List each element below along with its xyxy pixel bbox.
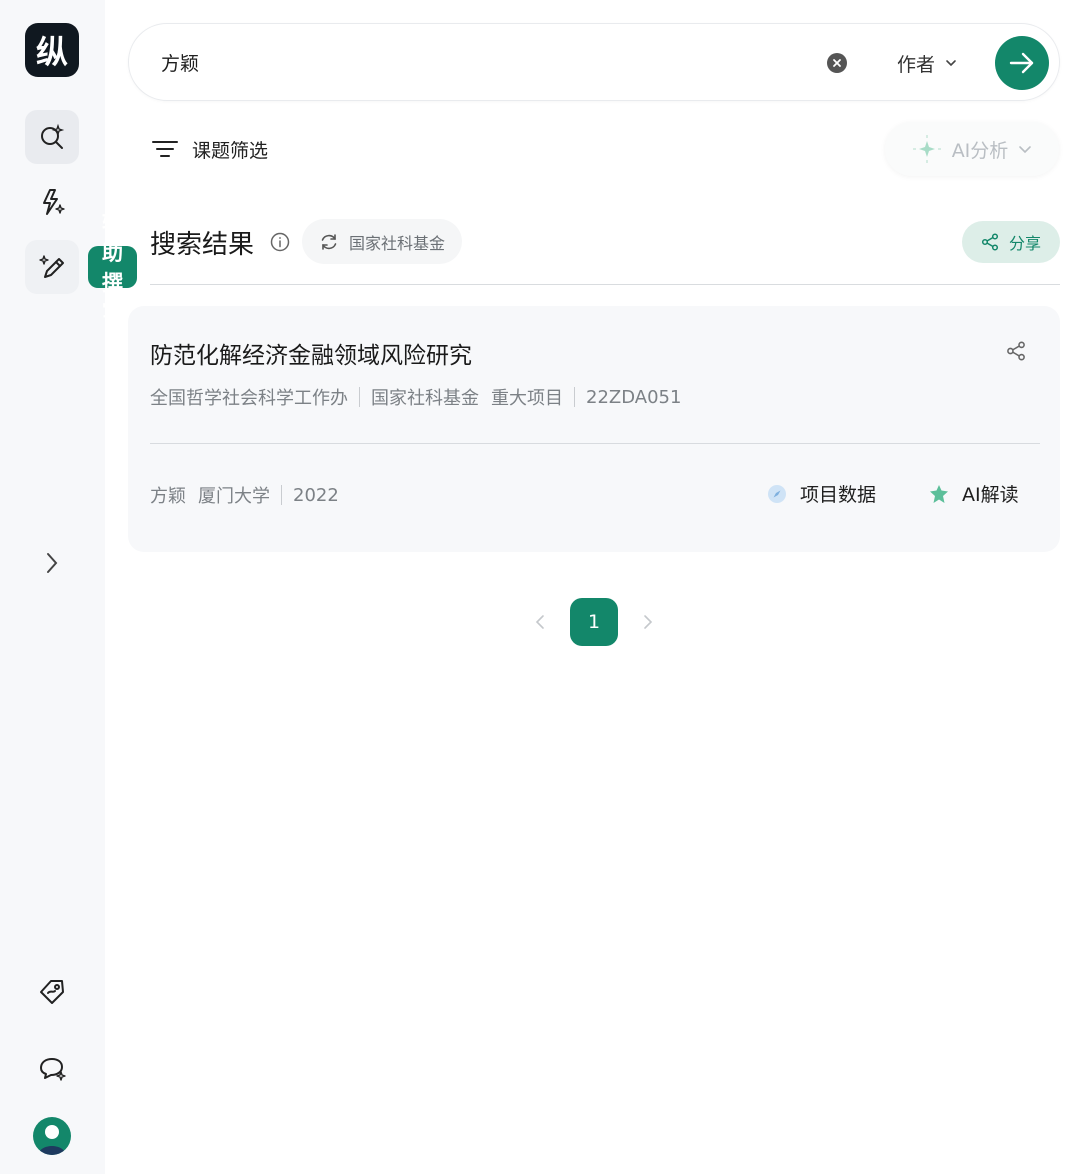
project-meta: 全国哲学社会科学工作办 国家社科基金 重大项目 22ZDA051	[150, 384, 681, 410]
tag-icon	[40, 980, 64, 1004]
ai-read-label: AI解读	[962, 484, 1019, 506]
pen-sparkle-icon	[39, 255, 64, 278]
share-label: 分享	[1008, 234, 1041, 253]
page-button-current[interactable]: 1	[570, 598, 618, 646]
compass-icon	[768, 484, 786, 503]
project-year: 2022	[293, 484, 339, 506]
project-fund: 国家社科基金	[371, 388, 479, 409]
search-bar: 作者	[128, 23, 1060, 101]
ai-sparkle-icon	[912, 135, 941, 163]
meta-separator	[574, 387, 575, 407]
previous-page-button[interactable]	[533, 612, 547, 632]
clear-search-button[interactable]	[827, 53, 847, 73]
logo-text: 纵	[35, 33, 68, 71]
chevron-down-icon	[1019, 145, 1032, 153]
source-chip-label: 国家社科基金	[348, 233, 445, 253]
search-sparkle-icon	[41, 123, 65, 149]
topic-filter-button[interactable]: 课题筛选	[152, 134, 268, 164]
project-category: 重大项目	[491, 388, 563, 409]
ai-read-button[interactable]: AI解读	[928, 480, 1019, 507]
assist-write-tooltip: 辅助撰写	[88, 211, 137, 325]
flash-sparkle-icon	[43, 189, 65, 215]
refresh-icon	[321, 233, 337, 250]
chat-sparkle-icon	[40, 1058, 66, 1081]
tag-nav-button[interactable]	[25, 965, 79, 1019]
share-results-button[interactable]: 分享	[962, 221, 1060, 263]
project-data-button[interactable]: 项目数据	[766, 480, 876, 507]
project-code: 22ZDA051	[586, 386, 682, 408]
expand-sidebar-button[interactable]	[38, 548, 66, 578]
search-submit-button[interactable]	[995, 36, 1049, 90]
filter-label: 课题筛选	[192, 139, 269, 162]
sidebar: 纵 辅助撰写	[0, 0, 137, 1174]
project-author-info: 方颖 厦门大学 2022	[150, 482, 339, 508]
arrow-right-icon	[1009, 52, 1034, 74]
chevron-down-icon	[946, 60, 956, 67]
project-org: 全国哲学社会科学工作办	[150, 388, 348, 409]
user-avatar[interactable]	[33, 1117, 71, 1155]
card-divider	[150, 443, 1040, 444]
filter-icon	[152, 141, 178, 157]
project-data-label: 项目数据	[800, 484, 877, 506]
chevron-right-icon	[47, 553, 58, 573]
source-switch-chip[interactable]: 国家社科基金	[302, 219, 462, 264]
info-icon[interactable]	[270, 232, 290, 252]
search-nav-button[interactable]	[25, 110, 79, 164]
ai-star-icon	[930, 484, 948, 503]
next-page-button[interactable]	[641, 612, 655, 632]
chat-nav-button[interactable]	[25, 1041, 79, 1095]
ai-analyze-button[interactable]: AI分析	[885, 122, 1059, 176]
project-title[interactable]: 防范化解经济金融领域风险研究	[150, 336, 472, 370]
project-author[interactable]: 方颖	[150, 482, 186, 508]
avatar-icon	[38, 1125, 66, 1155]
search-field-label: 作者	[897, 53, 936, 76]
meta-separator	[281, 485, 282, 505]
share-icon[interactable]	[1006, 341, 1026, 361]
assist-write-nav-button[interactable]	[25, 240, 79, 294]
close-icon	[833, 59, 841, 67]
app-logo[interactable]: 纵	[25, 23, 79, 77]
results-divider	[150, 284, 1060, 285]
meta-separator	[359, 387, 360, 407]
search-field-select[interactable]: 作者	[897, 48, 957, 78]
quick-nav-button[interactable]	[25, 175, 79, 229]
search-input[interactable]	[161, 42, 801, 82]
results-title: 搜索结果	[150, 229, 255, 260]
result-card[interactable]: 防范化解经济金融领域风险研究 全国哲学社会科学工作办 国家社科基金 重大项目 2…	[128, 306, 1060, 552]
project-institution: 厦门大学	[198, 486, 270, 507]
ai-analyze-label: AI分析	[951, 139, 1009, 162]
share-icon	[981, 233, 999, 251]
